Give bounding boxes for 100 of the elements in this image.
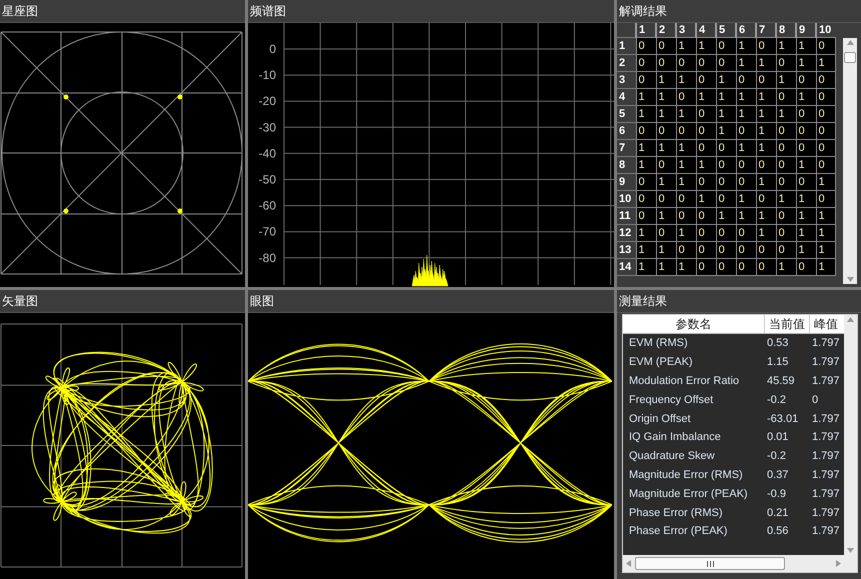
table-cell-text: EVM (PEAK) xyxy=(628,356,694,368)
table-cell-text: 1.797 xyxy=(811,488,841,500)
table-cell: 1 xyxy=(636,242,656,258)
table-cell-text: -0.2 xyxy=(766,394,787,406)
column-header: 10 xyxy=(816,23,835,38)
table-cell-text: Origin Offset xyxy=(628,412,692,425)
vertical-scrollbar[interactable] xyxy=(844,315,857,555)
table-cell-text: 1.15 xyxy=(766,356,790,368)
table-cell-text: 0.37 xyxy=(766,468,790,481)
row-header: 8 xyxy=(617,156,636,174)
row-header: 3 xyxy=(617,72,636,88)
table-cell: 1 xyxy=(636,140,656,156)
table-cell-text: Magnitude Error (PEAK) xyxy=(628,488,749,500)
table-cell: 0 xyxy=(756,38,776,54)
table-cell-text: 1.797 xyxy=(811,431,841,444)
column-header[interactable]: 当前值 xyxy=(765,315,810,333)
table-cell: 0 xyxy=(636,174,656,190)
table-cell-text: 1.797 xyxy=(811,506,841,519)
table-cell-text: -63.01 xyxy=(766,412,800,425)
table-cell: 0 xyxy=(636,208,656,224)
scroll-left-icon[interactable] xyxy=(626,560,631,567)
scroll-down-icon[interactable] xyxy=(847,548,854,553)
constellation-point xyxy=(64,94,68,100)
table-cell-text: 1.797 xyxy=(811,356,841,368)
axis-tick-label: -10 xyxy=(258,68,276,82)
row-header: 10 xyxy=(617,190,636,208)
table-cell-text: -0.9 xyxy=(766,488,787,500)
panel-title: 眼图 xyxy=(248,290,614,313)
horizontal-scrollbar[interactable] xyxy=(623,555,844,572)
panel-title: 矢量图 xyxy=(0,290,245,313)
constellation-point xyxy=(178,208,182,214)
table-cell-text: Modulation Error Ratio xyxy=(628,374,740,387)
axis-tick-label: -30 xyxy=(258,120,276,134)
table-cell: 1 xyxy=(736,38,756,54)
table-cell-text: 1.797 xyxy=(811,337,841,350)
table-cell: 0 xyxy=(716,38,736,54)
table-cell: 0 xyxy=(636,54,656,72)
scroll-down-icon[interactable] xyxy=(846,277,854,282)
row-header: 5 xyxy=(617,106,636,122)
table-cell-text: EVM (RMS) xyxy=(628,337,689,350)
table-cell: 1 xyxy=(676,38,696,54)
table-cell-text: 1.797 xyxy=(811,374,841,387)
scrollbar-thumb[interactable] xyxy=(635,557,785,570)
row-header: 1 xyxy=(617,38,636,54)
row-header: 14 xyxy=(617,258,636,276)
axis-tick-label: -20 xyxy=(258,94,276,108)
table-cell: 1 xyxy=(636,156,656,174)
table-cell-text: 1.797 xyxy=(811,468,841,481)
table-cell-text: -0.2 xyxy=(766,450,787,462)
table-cell: 1 xyxy=(696,38,716,54)
table-cell: 1 xyxy=(636,224,656,242)
table-cell: 1 xyxy=(776,38,796,54)
table-cell-text: 1.797 xyxy=(811,450,841,462)
scrollbar-thumb[interactable] xyxy=(844,52,856,63)
panel-title: 测量结果 xyxy=(617,290,861,313)
table-cell-text: Quadrature Skew xyxy=(628,450,716,462)
table-cell-text: 1.797 xyxy=(811,412,841,425)
table-cell-text: 0.01 xyxy=(766,431,790,444)
row-header: 2 xyxy=(617,54,636,72)
table-cell: 0 xyxy=(656,38,676,54)
row-header: 12 xyxy=(617,224,636,242)
column-header[interactable]: 参数名 xyxy=(623,315,765,333)
table-cell-text: 1.797 xyxy=(811,525,841,538)
column-header[interactable]: 峰值 xyxy=(810,315,844,333)
table-cell-text: Phase Error (PEAK) xyxy=(628,525,728,538)
table-cell-text: Magnitude Error (RMS) xyxy=(628,468,744,481)
table-cell: 0 xyxy=(636,38,656,54)
table-cell: 0 xyxy=(636,122,656,140)
axis-tick-label: -40 xyxy=(258,146,276,160)
table-cell: 1 xyxy=(636,88,656,106)
table-cell: 1 xyxy=(636,106,656,122)
row-header: 4 xyxy=(617,88,636,106)
scroll-up-icon[interactable] xyxy=(846,40,854,45)
table-cell: 1 xyxy=(796,38,816,54)
vertical-scrollbar[interactable] xyxy=(843,38,857,284)
table-cell-text: Phase Error (RMS) xyxy=(628,506,724,519)
axis-tick-label: 0 xyxy=(269,42,276,56)
row-header: 9 xyxy=(617,174,636,190)
table-cell: 0 xyxy=(816,38,835,54)
axis-tick-label: -70 xyxy=(258,224,276,239)
table-cell-text: 0.56 xyxy=(766,525,790,538)
panel-title: 星座图 xyxy=(0,0,245,23)
table-cell-text: IQ Gain Imbalance xyxy=(628,431,722,444)
axis-tick-label: -50 xyxy=(258,172,276,186)
row-header: 11 xyxy=(617,208,636,224)
table-cell-text: 45.59 xyxy=(766,374,796,387)
row-header: 6 xyxy=(617,122,636,140)
axis-tick-label: -60 xyxy=(258,198,276,213)
constellation-point xyxy=(178,94,182,100)
panel-title: 频谱图 xyxy=(248,0,614,23)
constellation-point xyxy=(64,208,68,214)
scroll-right-icon[interactable] xyxy=(836,560,841,567)
table-cell-text: 0 xyxy=(811,394,820,406)
table-cell: 1 xyxy=(636,258,656,276)
axis-tick-label: -80 xyxy=(258,250,276,265)
table-cell-text: 0.21 xyxy=(766,506,790,519)
row-header: 7 xyxy=(617,140,636,156)
table-cell: 0 xyxy=(636,72,656,88)
scroll-up-icon[interactable] xyxy=(847,317,854,322)
table-cell-text: Frequency Offset xyxy=(628,394,714,406)
